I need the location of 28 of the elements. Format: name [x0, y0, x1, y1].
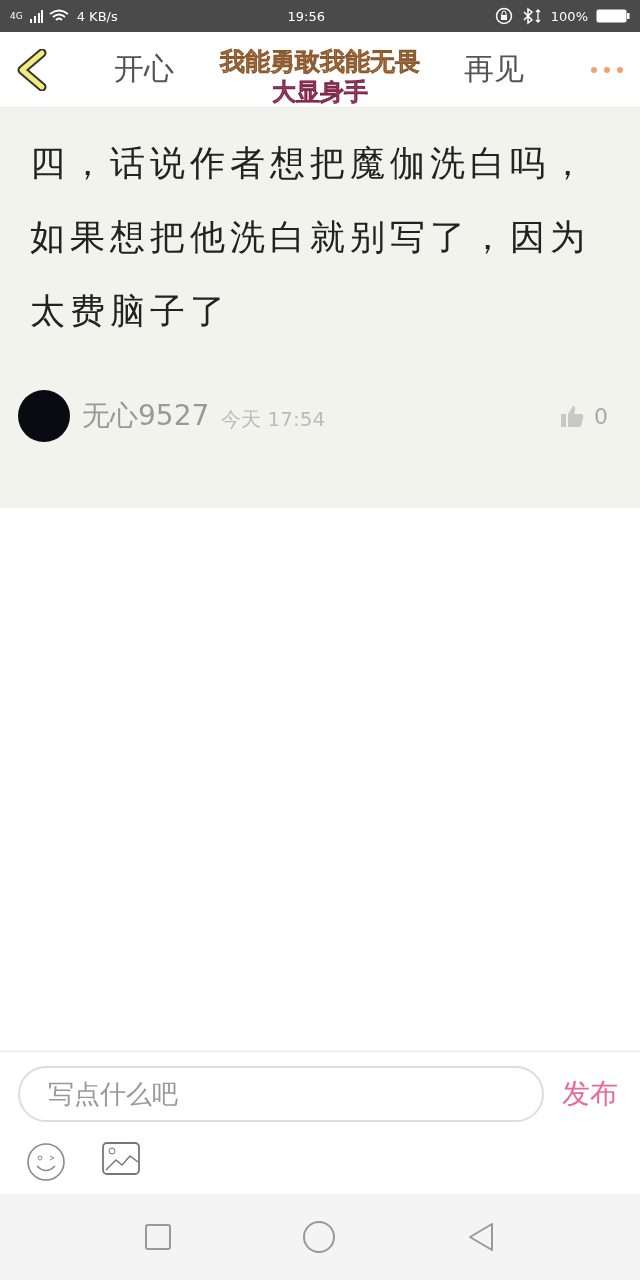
rotation-lock-icon	[494, 7, 513, 25]
network-type: 4G	[10, 11, 23, 21]
battery-icon	[596, 8, 630, 24]
page-title: 开心	[114, 50, 174, 88]
home-button[interactable]	[302, 1220, 336, 1254]
back-icon[interactable]	[16, 48, 48, 91]
wifi-icon	[48, 9, 71, 23]
author-name[interactable]: 无心9527	[82, 397, 210, 435]
avatar	[18, 390, 70, 442]
badge-subtext: 大显身手	[272, 77, 368, 108]
page-title: 再见	[464, 50, 524, 88]
thumbs-up-icon[interactable]	[560, 404, 584, 428]
signal-icon	[28, 9, 43, 23]
battery-level: 100%	[550, 8, 588, 24]
clock: 19:56	[287, 8, 325, 24]
back-button[interactable]	[466, 1221, 496, 1253]
emoji-icon[interactable]	[26, 1142, 66, 1182]
post-time: 今天 17:54	[221, 405, 327, 433]
network-speed: 4 KB/s	[76, 8, 118, 24]
bluetooth-icon	[520, 7, 543, 25]
more-icon[interactable]	[590, 65, 624, 74]
image-icon[interactable]	[102, 1142, 142, 1176]
comment-field[interactable]: 写点什么吧	[18, 1066, 544, 1122]
recent-apps-button[interactable]	[144, 1223, 172, 1251]
post-text: 四，话说作者想把魔伽洗白吗，如果想把他洗白就别写了，因为太费脑子了	[30, 142, 591, 333]
publish-button[interactable]: 发布	[558, 1075, 622, 1113]
badge-text: 我能勇敢我能无畏	[220, 46, 420, 78]
like-count: 0	[594, 403, 608, 429]
